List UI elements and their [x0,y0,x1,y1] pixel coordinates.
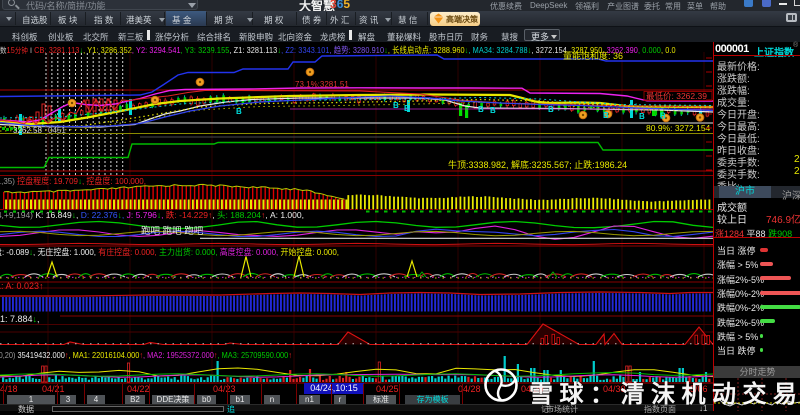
svg-text:跑吧 跑吧 跑吧: 跑吧 跑吧 跑吧 [141,225,204,237]
svg-text:B: B [548,105,554,114]
svg-text:(4,+9,194) K: 16.849↓, D: 22.3: (4,+9,194) K: 16.849↓, D: 22.376↓, J: 5.… [0,210,304,220]
svg-text:B: B [393,101,399,110]
svg-text:0451: 0451 [48,126,66,135]
svg-text:3262.58: 3262.58 [13,126,42,135]
svg-text:73.1%:3281.51: 73.1%:3281.51 [295,80,349,89]
svg-text:B: B [404,104,410,113]
svg-text:牛顶:3338.982, 解底:3235.567; 止跌:1: 牛顶:3338.982, 解底:3235.567; 止跌:1986.24 [448,159,627,170]
svg-text:B: B [236,107,242,116]
svg-text:最低价: 3262.39: 最低价: 3262.39 [646,91,707,101]
svg-text:(1,35) 控盘程度: 19.709↓, 控盘度: 100: (1,35) 控盘程度: 19.709↓, 控盘度: 100.000, [0,176,146,186]
svg-text:B: B [603,111,609,120]
svg-text:80.9%: 3272.154: 80.9%: 3272.154 [646,123,711,133]
svg-text:(10,20) 35419432.000↑, MA1: 22: (10,20) 35419432.000↑, MA1: 22016104.000… [0,350,292,360]
svg-text:1: 7.884↓,: 1: 7.884↓, [0,314,40,324]
svg-text:量能饱和度: 36: 量能饱和度: 36 [563,50,623,61]
svg-text:B: B [639,112,645,121]
svg-text:盘: -0.089↓, 无庄控盘: 1.000, 有庄控盘:: 盘: -0.089↓, 无庄控盘: 1.000, 有庄控盘: 0.000, 主力… [0,247,339,257]
svg-text:B: B [478,105,484,114]
svg-text:1: A: 0.023↑: 1: A: 0.023↑ [0,281,44,291]
svg-text:B: B [490,106,496,115]
svg-text:B: B [660,112,666,121]
